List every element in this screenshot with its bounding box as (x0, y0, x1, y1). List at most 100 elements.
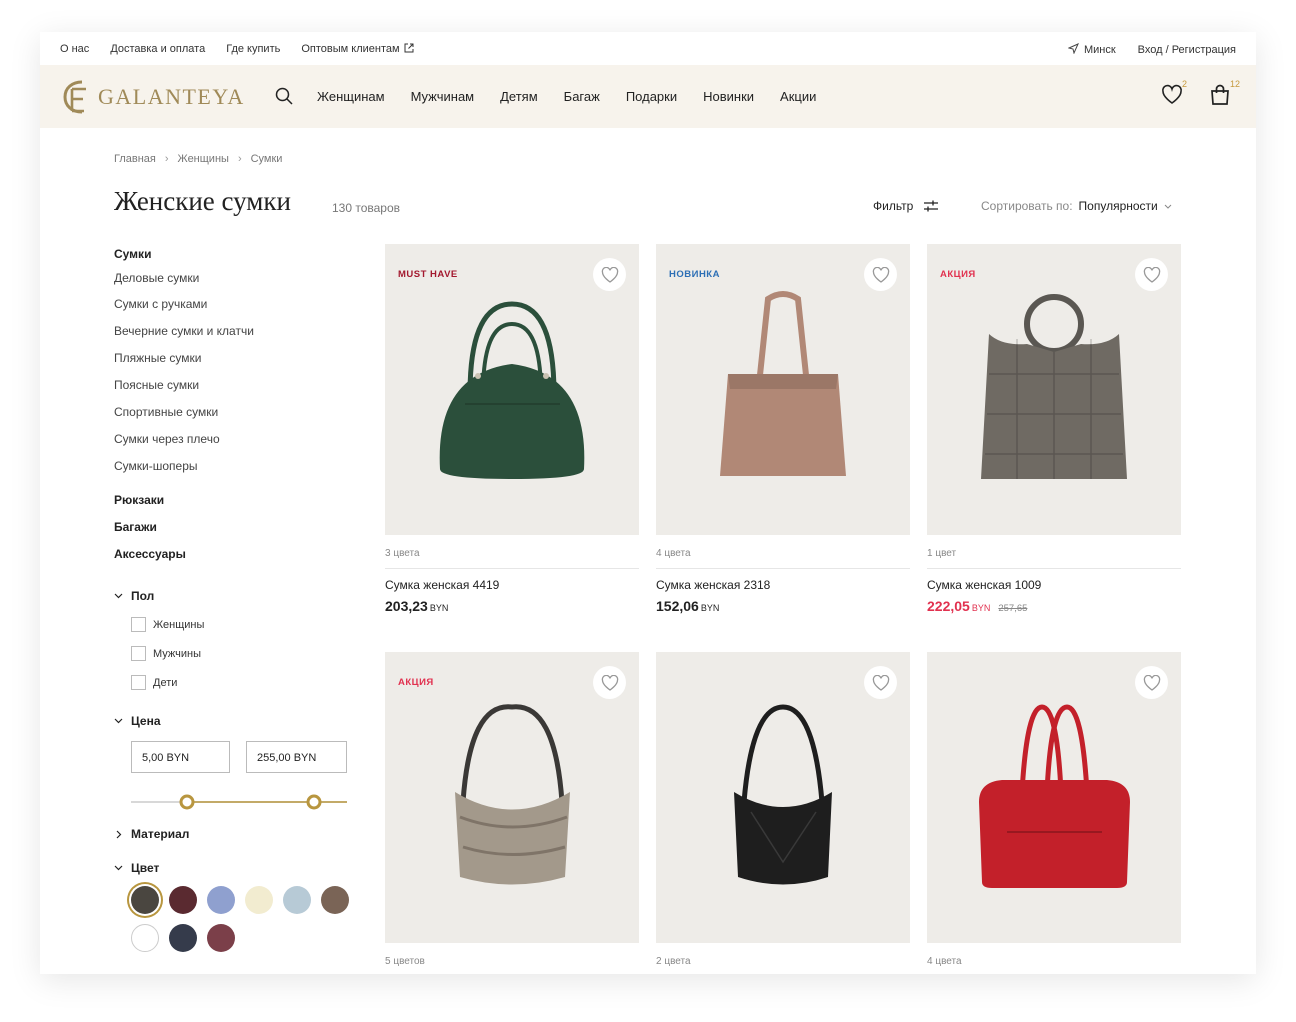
city-selector[interactable]: Минск (1067, 43, 1116, 56)
cart-button[interactable]: 12 (1208, 79, 1240, 109)
checkbox-kids[interactable]: Дети (131, 675, 177, 690)
login-register-link[interactable]: Вход / Регистрация (1138, 44, 1236, 56)
search-icon (275, 87, 293, 105)
product-old-price: 257,65 (998, 603, 1028, 614)
add-to-wishlist-button[interactable] (593, 258, 626, 291)
breadcrumb-home[interactable]: Главная (114, 153, 156, 165)
filter-price-toggle[interactable]: Цена (114, 714, 161, 728)
product-image-area[interactable]: АКЦИЯ (385, 652, 639, 943)
product-image-area[interactable] (656, 652, 910, 943)
color-swatch[interactable] (169, 924, 197, 952)
color-swatch[interactable] (207, 924, 235, 952)
heart-icon (1162, 84, 1182, 104)
checkbox-box[interactable] (131, 675, 146, 690)
product-price: 222,05 BYN 257,65 (927, 598, 1028, 614)
filter-color-toggle[interactable]: Цвет (114, 861, 159, 875)
color-swatch[interactable] (245, 886, 273, 914)
sidebar-item-business-bags[interactable]: Деловые сумки (114, 271, 199, 285)
add-to-wishlist-button[interactable] (864, 666, 897, 699)
divider (927, 568, 1181, 569)
sort-dropdown[interactable]: Сортировать по: Популярности (981, 199, 1172, 213)
sidebar-category-luggage[interactable]: Багажи (114, 520, 157, 534)
sidebar-item-beach-bags[interactable]: Пляжные сумки (114, 351, 201, 365)
heart-icon (872, 266, 889, 283)
add-to-wishlist-button[interactable] (593, 666, 626, 699)
logo-wordmark: GALANTEYA (98, 84, 245, 109)
product-image-area[interactable] (927, 652, 1181, 943)
sidebar-item-shopper-bags[interactable]: Сумки-шоперы (114, 459, 198, 473)
link-where-to-buy[interactable]: Где купить (226, 43, 280, 55)
chevron-down-icon (1164, 204, 1172, 209)
price-range-slider[interactable] (131, 794, 347, 810)
nav-women[interactable]: Женщинам (317, 89, 385, 104)
product-colors-count: 4 цвета (927, 956, 962, 967)
breadcrumb-bags: Сумки (250, 153, 283, 165)
link-delivery[interactable]: Доставка и оплата (110, 43, 205, 55)
sort-value: Популярности (1078, 199, 1158, 213)
sidebar-item-shoulder-bags[interactable]: Сумки через плечо (114, 432, 220, 446)
page-title: Женские сумки (114, 186, 291, 216)
wishlist-button[interactable]: 2 (1160, 79, 1187, 109)
color-swatch[interactable] (207, 886, 235, 914)
sidebar-category-accessories[interactable]: Аксессуары (114, 547, 186, 561)
filter-button[interactable]: Фильтр (873, 199, 939, 213)
main-header: GALANTEYA Женщинам Мужчинам Детям Багаж … (40, 65, 1256, 128)
sidebar-category-bags[interactable]: Сумки (114, 247, 151, 261)
checkbox-women[interactable]: Женщины (131, 617, 204, 632)
nav-sale[interactable]: Акции (780, 89, 816, 104)
breadcrumb-separator: › (237, 153, 242, 165)
checkbox-men[interactable]: Мужчины (131, 646, 201, 661)
color-swatch[interactable] (169, 886, 197, 914)
checkbox-box[interactable] (131, 617, 146, 632)
search-button[interactable] (275, 87, 293, 110)
sidebar-category-backpacks[interactable]: Рюкзаки (114, 493, 164, 507)
chevron-down-icon (114, 865, 123, 871)
sidebar-item-waist-bags[interactable]: Поясные сумки (114, 378, 199, 392)
color-swatch[interactable] (283, 886, 311, 914)
add-to-wishlist-button[interactable] (864, 258, 897, 291)
page-frame: О нас Доставка и оплата Где купить Оптов… (40, 32, 1256, 974)
header-actions: 2 12 (1160, 79, 1240, 109)
logo[interactable]: GALANTEYA (60, 79, 245, 115)
breadcrumb-women[interactable]: Женщины (178, 153, 229, 165)
nav-new[interactable]: Новинки (703, 89, 754, 104)
product-image-area[interactable]: АКЦИЯ (927, 244, 1181, 535)
divider (385, 568, 639, 569)
color-swatch[interactable] (131, 924, 159, 952)
breadcrumb: Главная › Женщины › Сумки (114, 153, 282, 165)
add-to-wishlist-button[interactable] (1135, 666, 1168, 699)
filter-material-toggle[interactable]: Материал (114, 827, 189, 841)
product-name[interactable]: Сумка женская 1009 (927, 578, 1041, 592)
product-badge: АКЦИЯ (940, 269, 976, 280)
product-image-area[interactable]: MUST HAVE (385, 244, 639, 535)
price-max-input[interactable]: 255,00 BYN (246, 741, 347, 773)
product-name[interactable]: Сумка женская 2318 (656, 578, 770, 592)
link-about[interactable]: О нас (60, 43, 89, 55)
nav-kids[interactable]: Детям (500, 89, 538, 104)
chevron-down-icon (114, 593, 123, 599)
location-arrow-icon (1067, 43, 1079, 55)
sidebar-item-evening-bags[interactable]: Вечерние сумки и клатчи (114, 324, 254, 338)
color-swatch[interactable] (131, 886, 159, 914)
nav-gifts[interactable]: Подарки (626, 89, 677, 104)
product-colors-count: 4 цвета (656, 548, 691, 559)
link-wholesale[interactable]: Оптовым клиентам (301, 43, 414, 55)
product-name[interactable]: Сумка женская 4419 (385, 578, 499, 592)
external-link-icon (404, 43, 414, 53)
filter-gender-toggle[interactable]: Пол (114, 589, 154, 603)
add-to-wishlist-button[interactable] (1135, 258, 1168, 291)
sidebar-item-handle-bags[interactable]: Сумки с ручками (114, 297, 207, 311)
nav-men[interactable]: Мужчинам (411, 89, 475, 104)
nav-luggage[interactable]: Багаж (564, 89, 600, 104)
slider-handle-max (306, 794, 322, 810)
color-swatch[interactable] (321, 886, 349, 914)
product-price: 152,06 BYN (656, 598, 720, 614)
product-badge: MUST HAVE (398, 269, 458, 280)
price-min-input[interactable]: 5,00 BYN (131, 741, 230, 773)
filter-sliders-icon (924, 200, 939, 212)
chevron-down-icon (114, 718, 123, 724)
chevron-right-icon (116, 830, 122, 838)
sidebar-item-sport-bags[interactable]: Спортивные сумки (114, 405, 218, 419)
checkbox-box[interactable] (131, 646, 146, 661)
product-image-area[interactable]: НОВИНКА (656, 244, 910, 535)
